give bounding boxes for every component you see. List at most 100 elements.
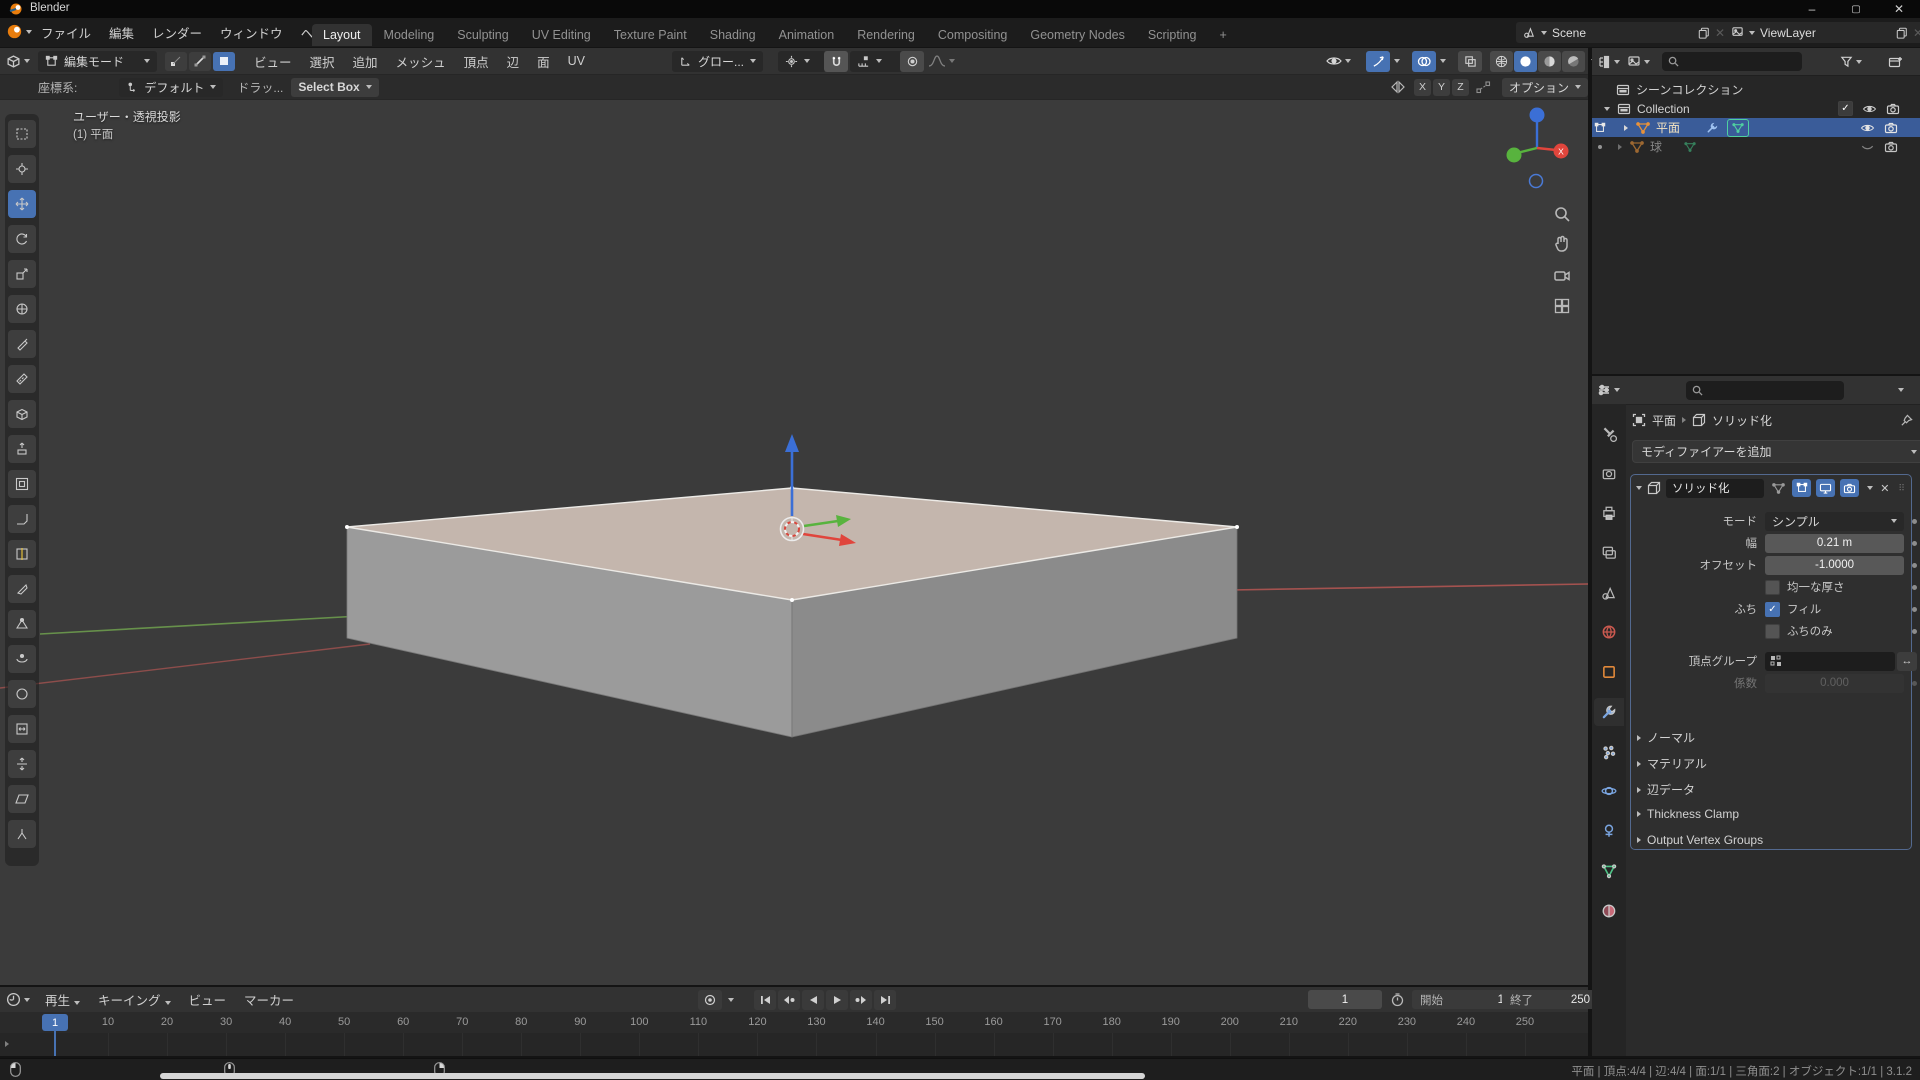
next-keyframe-button[interactable] — [850, 990, 872, 1010]
editor-type-button[interactable] — [1597, 383, 1620, 397]
timeline-menu-1[interactable]: キーイング — [89, 990, 180, 1009]
tab-material[interactable] — [1594, 897, 1624, 925]
minimize-button[interactable]: – — [1790, 0, 1834, 18]
tab-object-data[interactable] — [1594, 857, 1624, 885]
mirror-icon[interactable] — [1390, 80, 1406, 94]
drag-handle-icon[interactable]: ⠿ — [1898, 483, 1906, 494]
tab-modifiers[interactable] — [1594, 698, 1624, 726]
vertex-group-field[interactable] — [1765, 652, 1895, 671]
modifier-section-0[interactable]: ノーマル — [1637, 729, 1695, 746]
animate-dot[interactable] — [1912, 563, 1917, 568]
snap-settings-selector[interactable] — [850, 51, 904, 72]
rip-region-tool[interactable] — [8, 820, 36, 848]
poly-build-tool[interactable] — [8, 610, 36, 638]
jump-to-start-button[interactable] — [754, 990, 776, 1010]
bevel-tool[interactable] — [8, 505, 36, 533]
extrude-region-tool[interactable] — [8, 435, 36, 463]
view-layer-selector[interactable]: ViewLayer ✕ — [1724, 22, 1920, 43]
transform-orientation-selector[interactable]: グロー... — [672, 51, 763, 72]
play-reverse-button[interactable] — [802, 990, 824, 1010]
rim-only-checkbox[interactable] — [1765, 624, 1780, 639]
disclosure-icon[interactable] — [1618, 144, 1622, 150]
outliner-row-sphere[interactable]: 球 — [1592, 137, 1920, 156]
knife-tool[interactable] — [8, 575, 36, 603]
viewport-menu-0[interactable]: ビュー — [245, 52, 301, 71]
new-collection-button[interactable] — [1888, 55, 1903, 69]
rim-fill-checkbox[interactable]: ✓ — [1765, 602, 1780, 617]
modifier-name-field[interactable]: ソリッド化 — [1666, 479, 1764, 498]
xray-toggle[interactable] — [1458, 51, 1482, 72]
viewport-menu-6[interactable]: 面 — [528, 52, 559, 71]
zoom-view-icon[interactable] — [1552, 204, 1572, 224]
even-thickness-checkbox[interactable] — [1765, 580, 1780, 595]
pan-view-icon[interactable] — [1552, 234, 1572, 254]
viewport-menu-5[interactable]: 辺 — [498, 52, 529, 71]
mode-selector[interactable]: 編集モード — [38, 51, 157, 72]
disclosure-icon[interactable] — [1624, 125, 1628, 131]
pin-icon[interactable] — [1900, 414, 1913, 427]
tab-output[interactable] — [1594, 499, 1624, 527]
display-render-toggle[interactable] — [1840, 479, 1859, 497]
animate-dot[interactable] — [1912, 519, 1917, 524]
tab-view-layer[interactable] — [1594, 539, 1624, 567]
modifier-section-2[interactable]: 辺データ — [1637, 781, 1695, 798]
menu-0[interactable]: ファイル — [32, 23, 100, 42]
properties-options-dropdown[interactable] — [1898, 388, 1904, 392]
hide-eye-icon[interactable] — [1862, 103, 1877, 115]
cursor-tool[interactable] — [8, 155, 36, 183]
animate-dot[interactable] — [1912, 585, 1917, 590]
invert-vertex-group-button[interactable]: ↔ — [1897, 652, 1917, 671]
add-cube-tool[interactable] — [8, 400, 36, 428]
shading-wireframe-button[interactable] — [1490, 51, 1513, 72]
spin-tool[interactable] — [8, 645, 36, 673]
menu-1[interactable]: 編集 — [100, 23, 143, 42]
scene-selector[interactable]: Scene ✕ — [1516, 22, 1732, 43]
shrink-fatten-tool[interactable] — [8, 750, 36, 778]
properties-editor[interactable]: 平面 ソリッド化 モディファイアーを追加 ソリッド化 ✕ ⠿ — [1592, 376, 1920, 1056]
proportional-falloff-selector[interactable] — [928, 54, 955, 68]
play-button[interactable] — [826, 990, 848, 1010]
current-frame-badge[interactable]: 1 — [42, 1014, 68, 1031]
viewport-menu-4[interactable]: 頂点 — [455, 52, 498, 71]
modifier-extras-dropdown[interactable] — [1867, 486, 1873, 490]
viewport-menu-1[interactable]: 選択 — [301, 52, 344, 71]
snap-points-icon[interactable] — [1476, 80, 1491, 94]
gizmos-toggle[interactable] — [1366, 51, 1390, 72]
outliner-row-scene-collection[interactable]: シーンコレクション — [1592, 80, 1920, 99]
modifier-section-3[interactable]: Thickness Clamp — [1637, 807, 1739, 821]
end-frame-field[interactable]: 終了 250 — [1502, 990, 1598, 1009]
transform-tool[interactable] — [8, 295, 36, 323]
workspace-tab-sculpting[interactable]: Sculpting — [446, 24, 519, 46]
viewport-menu-7[interactable]: UV — [559, 54, 594, 68]
inset-faces-tool[interactable] — [8, 470, 36, 498]
select-mode-vertex[interactable] — [165, 52, 187, 71]
disable-render-icon[interactable] — [1886, 103, 1900, 115]
tab-constraints[interactable] — [1594, 817, 1624, 845]
tab-render[interactable] — [1594, 460, 1624, 488]
gizmos-dropdown[interactable] — [1394, 59, 1400, 63]
start-frame-field[interactable]: 開始 1 — [1412, 990, 1512, 1009]
rotate-tool[interactable] — [8, 225, 36, 253]
workspace-tab-geometry-nodes[interactable]: Geometry Nodes — [1019, 24, 1135, 46]
animate-dot[interactable] — [1912, 541, 1917, 546]
shear-tool[interactable] — [8, 785, 36, 813]
timeline-scrollbar[interactable] — [160, 1073, 1145, 1079]
overlays-toggle[interactable] — [1412, 51, 1436, 72]
timeline-tracks[interactable] — [0, 1033, 1588, 1056]
outliner-search-input[interactable] — [1662, 52, 1802, 71]
measure-tool[interactable] — [8, 365, 36, 393]
tab-object[interactable] — [1594, 658, 1624, 686]
workspace-tab-compositing[interactable]: Compositing — [927, 24, 1018, 46]
editor-type-button[interactable] — [6, 54, 30, 69]
shading-material-button[interactable] — [1538, 51, 1561, 72]
copy-icon[interactable] — [1896, 27, 1908, 39]
blender-menu-button[interactable] — [6, 23, 32, 40]
prev-keyframe-button[interactable] — [778, 990, 800, 1010]
copy-icon[interactable] — [1698, 27, 1710, 39]
playhead[interactable] — [54, 1029, 56, 1056]
menu-3[interactable]: ウィンドウ — [211, 23, 292, 42]
close-button[interactable]: ✕ — [1878, 0, 1920, 18]
remove-icon[interactable]: ✕ — [1913, 26, 1920, 40]
current-frame-field[interactable]: 1 — [1308, 990, 1382, 1009]
disclosure-icon[interactable] — [1604, 107, 1610, 111]
